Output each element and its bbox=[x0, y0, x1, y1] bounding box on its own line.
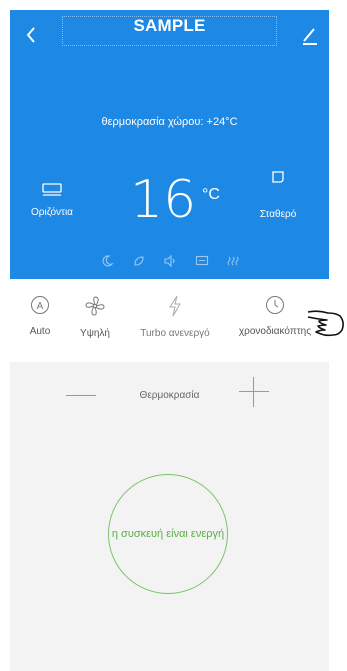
fan-mode-label: Σταθερό bbox=[259, 209, 297, 220]
auto-mode-icon: A bbox=[31, 296, 49, 314]
auto-mode-button[interactable]: A Auto bbox=[20, 295, 60, 337]
pointing-hand-icon bbox=[307, 310, 344, 337]
auto-mode-label: Auto bbox=[29, 326, 51, 337]
temperature-control-panel: Θερμοκρασία η συσκευή είναι ενεργή bbox=[10, 362, 329, 671]
speaker-icon bbox=[164, 254, 175, 268]
timer-button[interactable]: χρονοδιακόπτης bbox=[235, 295, 315, 337]
swing-mode[interactable]: Οριζόντια bbox=[22, 182, 82, 218]
page-title: SAMPLE bbox=[133, 16, 206, 35]
setpoint-temperature: 16 °C bbox=[130, 170, 220, 230]
controls-row: A Auto Υψηλή Turbo ανενεργό χρονοδιακόπτ… bbox=[10, 295, 329, 355]
eco-leaf-icon bbox=[133, 256, 144, 266]
power-status-text: η συσκευή είναι ενεργή bbox=[111, 528, 225, 540]
moon-icon bbox=[102, 255, 114, 267]
swing-label: Οριζόντια bbox=[31, 207, 73, 218]
room-temperature: θερμοκρασία χώρου: +24°C bbox=[101, 116, 238, 128]
horizontal-swing-icon bbox=[42, 183, 62, 196]
power-button[interactable]: η συσκευή είναι ενεργή bbox=[108, 474, 228, 594]
temperature-label: Θερμοκρασία bbox=[139, 390, 200, 401]
timer-label: χρονοδιακόπτης bbox=[238, 326, 312, 337]
fan-speed-label: Υψηλή bbox=[80, 328, 110, 339]
status-icons bbox=[100, 250, 240, 272]
display-icon bbox=[195, 255, 208, 266]
heat-icon bbox=[227, 256, 239, 266]
turbo-icon bbox=[169, 295, 181, 317]
fan-icon bbox=[85, 296, 105, 316]
svg-text:A: A bbox=[37, 301, 44, 312]
turbo-label: Turbo ανενεργό bbox=[140, 328, 210, 339]
fan-speed-button[interactable]: Υψηλή bbox=[70, 295, 120, 339]
fan-mode[interactable]: Σταθερό bbox=[243, 170, 313, 220]
turbo-button[interactable]: Turbo ανενεργό bbox=[135, 295, 215, 339]
device-display-panel: SAMPLE θερμοκρασία χώρου: +24°C Οριζόντι… bbox=[10, 10, 329, 279]
clock-icon bbox=[266, 296, 284, 314]
edit-pencil-icon[interactable] bbox=[300, 24, 320, 46]
setpoint-value: 16 bbox=[130, 170, 197, 230]
setpoint-unit: °C bbox=[202, 186, 220, 203]
fixed-mode-icon bbox=[272, 171, 284, 183]
increase-temperature-button[interactable] bbox=[239, 377, 269, 407]
